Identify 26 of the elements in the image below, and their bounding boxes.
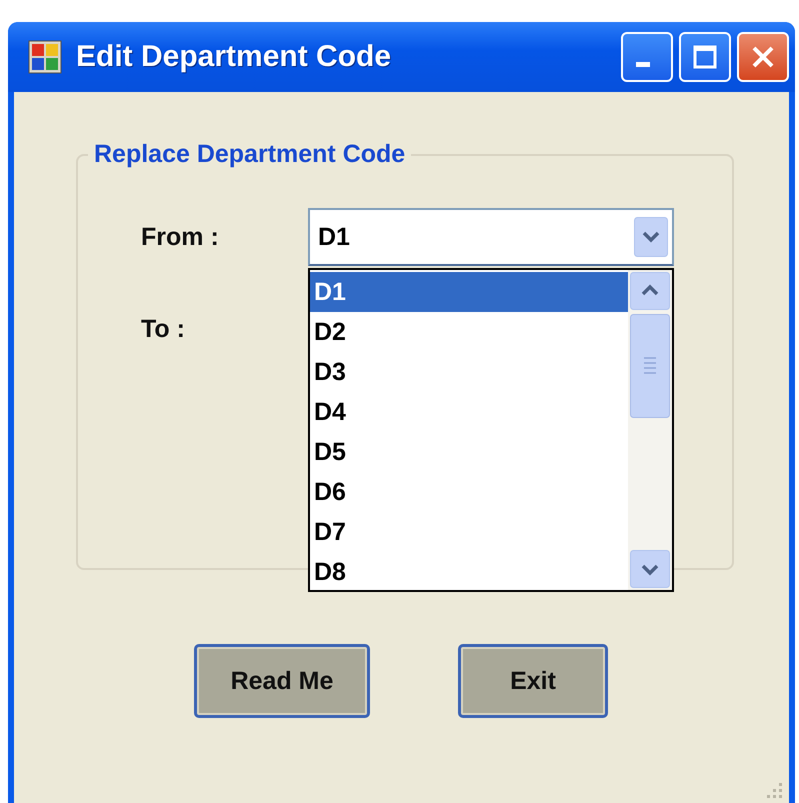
scrollbar[interactable]: [628, 270, 672, 590]
minimize-icon: [636, 62, 650, 66]
from-dropdown[interactable]: D1: [308, 208, 674, 266]
maximize-button[interactable]: [679, 32, 731, 82]
dialog-button[interactable]: Read Me: [194, 644, 370, 718]
scroll-up-icon[interactable]: [630, 272, 670, 310]
dropdown-option[interactable]: D3: [310, 352, 628, 392]
dropdown-option[interactable]: D1: [310, 272, 628, 312]
dropdown-option[interactable]: D6: [310, 472, 628, 512]
scroll-thumb[interactable]: [630, 314, 670, 418]
dropdown-option[interactable]: D7: [310, 512, 628, 552]
close-button[interactable]: [737, 32, 789, 82]
dropdown-option[interactable]: D2: [310, 312, 628, 352]
close-icon: [750, 44, 776, 70]
field-label: To :: [140, 314, 186, 344]
minimize-button[interactable]: [621, 32, 673, 82]
field-label: From :: [140, 222, 220, 252]
dropdown-option[interactable]: D5: [310, 432, 628, 472]
dialog-button[interactable]: Exit: [458, 644, 608, 718]
scroll-down-icon[interactable]: [630, 550, 670, 588]
maximize-icon: [692, 44, 718, 70]
dropdown-option[interactable]: D4: [310, 392, 628, 432]
group-title: Replace Department Code: [93, 140, 406, 169]
window-title: Edit Department Code: [76, 40, 392, 74]
app-icon: [28, 40, 62, 74]
dropdown-option[interactable]: D8: [310, 552, 628, 592]
